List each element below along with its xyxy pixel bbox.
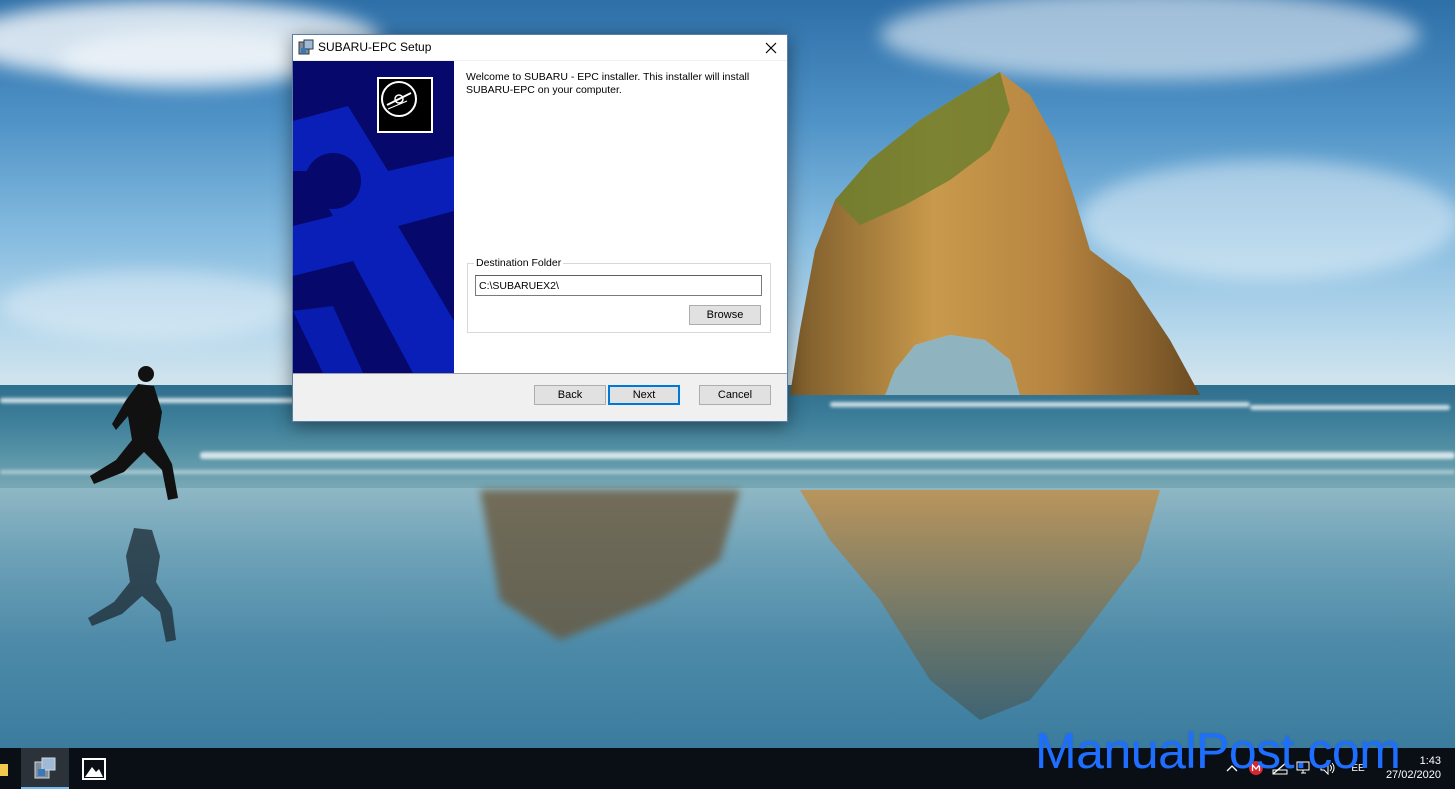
- back-button[interactable]: Back: [534, 385, 606, 405]
- window-title: SUBARU-EPC Setup: [318, 40, 432, 54]
- close-icon: [765, 42, 777, 53]
- close-button[interactable]: [755, 35, 787, 60]
- taskbar-folder[interactable]: [0, 748, 10, 789]
- setup-dialog: SUBARU-EPC Setup Welcome to SUBARU - EPC…: [292, 34, 788, 422]
- watermark-text: ManualPost.com: [1035, 723, 1401, 779]
- content-panel: Welcome to SUBARU - EPC installer. This …: [454, 61, 787, 373]
- runner-silhouette: [88, 366, 178, 642]
- cancel-button[interactable]: Cancel: [699, 385, 771, 405]
- destination-path-input[interactable]: [475, 275, 762, 296]
- title-bar[interactable]: SUBARU-EPC Setup: [293, 35, 787, 60]
- photos-icon: [82, 757, 106, 780]
- next-button[interactable]: Next: [608, 385, 680, 405]
- welcome-text: Welcome to SUBARU - EPC installer. This …: [466, 71, 750, 96]
- taskbar-photos[interactable]: [72, 748, 116, 789]
- destination-folder-label: Destination Folder: [474, 257, 564, 269]
- installer-banner: [293, 61, 454, 373]
- destination-folder-group: Destination Folder Browse: [467, 257, 771, 333]
- install-disc-icon: [377, 77, 433, 133]
- taskbar-setup-app[interactable]: [21, 748, 69, 789]
- setup-app-icon: [298, 39, 314, 55]
- footer-divider: [293, 373, 787, 374]
- browse-button[interactable]: Browse: [689, 305, 761, 325]
- setup-app-icon: [34, 757, 56, 778]
- folder-icon: [0, 763, 8, 776]
